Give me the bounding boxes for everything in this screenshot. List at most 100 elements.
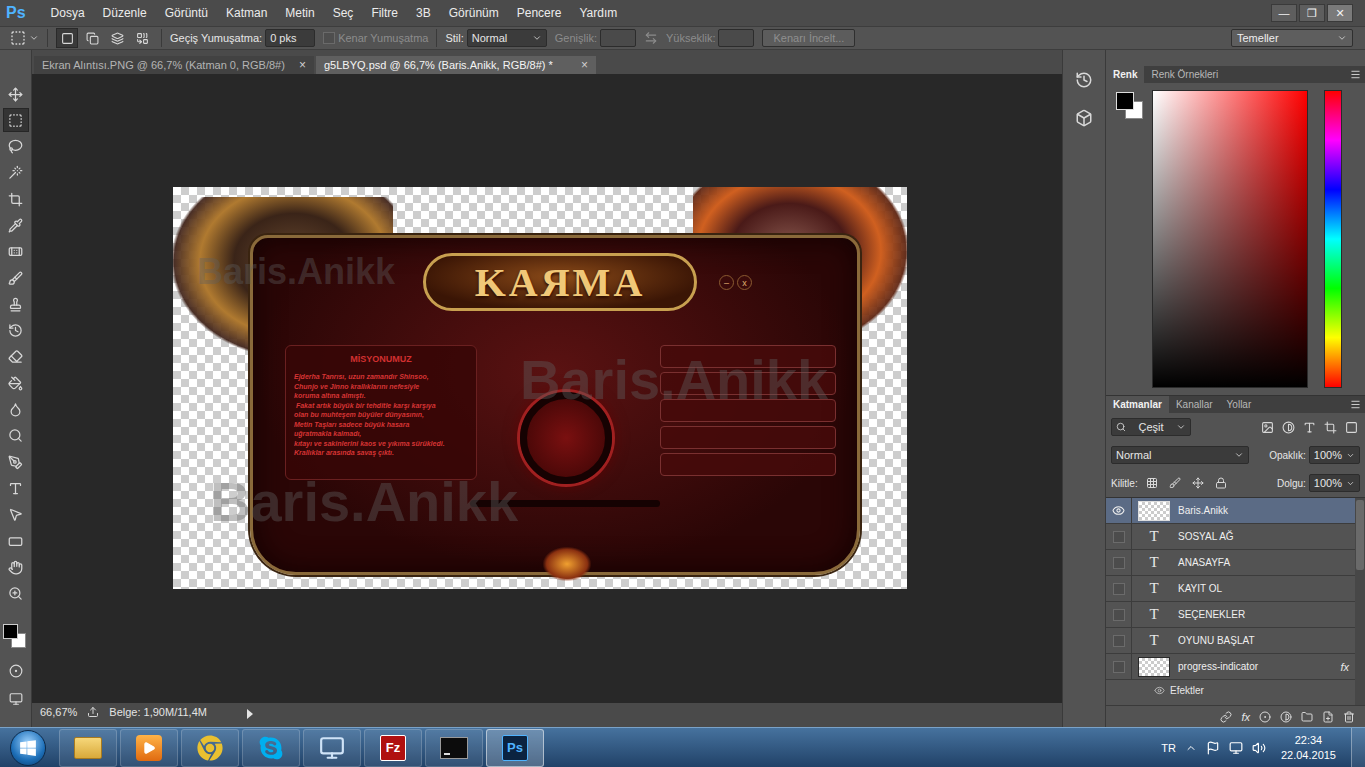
visibility-toggle[interactable] — [1106, 524, 1132, 549]
tab-close-button[interactable]: × — [581, 58, 588, 72]
opacity-input[interactable]: 100% — [1309, 446, 1360, 464]
tool-button[interactable] — [3, 292, 29, 316]
marquee-icon[interactable] — [10, 30, 26, 46]
tool-button[interactable] — [3, 266, 29, 290]
dropdown-icon[interactable] — [29, 33, 39, 43]
visibility-toggle[interactable] — [1106, 602, 1132, 627]
launcher-window-button[interactable]: x — [737, 275, 752, 290]
swap-icon[interactable] — [644, 31, 658, 45]
action-center-icon[interactable] — [1206, 741, 1220, 755]
lock-transparency-icon[interactable] — [1146, 477, 1158, 489]
selection-mode-button[interactable] — [81, 28, 103, 48]
eye-icon[interactable] — [1154, 685, 1165, 696]
show-desktop-button[interactable] — [1351, 728, 1365, 767]
refine-edge-button[interactable]: Kenarı İncelt... — [762, 29, 855, 47]
color-swatches[interactable] — [3, 624, 29, 652]
workspace-select[interactable]: Temeller — [1231, 29, 1353, 47]
menu-item[interactable]: Katman — [217, 4, 276, 22]
scrollbar[interactable] — [1355, 498, 1365, 705]
tool-button[interactable] — [3, 240, 29, 264]
window-button[interactable]: — — [1271, 4, 1297, 22]
visibility-toggle[interactable] — [1106, 576, 1132, 601]
feather-input[interactable]: 0 pks — [265, 29, 315, 47]
menu-item[interactable]: Düzenle — [94, 4, 156, 22]
export-icon[interactable] — [87, 706, 99, 718]
panel-tab[interactable]: Kanallar — [1169, 396, 1220, 413]
tool-button[interactable] — [3, 82, 29, 106]
taskbar-app[interactable] — [120, 729, 178, 767]
menu-item[interactable]: Görünüm — [440, 4, 508, 22]
dock-button[interactable] — [1070, 66, 1098, 94]
menu-item[interactable]: Dosya — [42, 4, 94, 22]
tool-button[interactable] — [3, 503, 29, 527]
status-menu-arrow[interactable] — [247, 709, 253, 719]
taskbar-app[interactable] — [242, 729, 300, 767]
taskbar-app[interactable]: Fz — [364, 729, 422, 767]
layer-row[interactable]: progress-indicatorfx — [1106, 654, 1355, 680]
visibility-toggle[interactable] — [1106, 498, 1132, 523]
lock-pixels-icon[interactable] — [1169, 477, 1181, 489]
layer-row[interactable]: TOYUNU BAŞLAT — [1106, 628, 1355, 654]
visibility-toggle[interactable] — [1106, 550, 1132, 575]
shape-filter-icon[interactable] — [1324, 421, 1337, 434]
window-button[interactable]: ❐ — [1299, 4, 1325, 22]
tool-button[interactable] — [3, 450, 29, 474]
panel-menu-icon[interactable] — [1350, 69, 1361, 80]
tool-button[interactable] — [3, 398, 29, 422]
layer-name[interactable]: Baris.Anikk — [1170, 505, 1228, 516]
menu-item[interactable]: Metin — [276, 4, 323, 22]
start-button[interactable] — [0, 728, 56, 767]
selection-mode-button[interactable] — [131, 28, 153, 48]
menu-item[interactable]: Pencere — [508, 4, 571, 22]
adjustment-filter-icon[interactable] — [1282, 421, 1295, 434]
lock-all-icon[interactable] — [1215, 477, 1227, 489]
tool-button[interactable] — [3, 582, 29, 606]
menu-item[interactable]: Yardım — [570, 4, 626, 22]
panel-tab[interactable]: Katmanlar — [1106, 396, 1169, 413]
lock-position-icon[interactable] — [1192, 477, 1204, 489]
screen-mode-button[interactable] — [6, 690, 26, 708]
menu-item[interactable]: Seç — [324, 4, 363, 22]
tool-button[interactable] — [3, 213, 29, 237]
hue-slider[interactable] — [1324, 90, 1342, 388]
tool-button[interactable] — [3, 555, 29, 579]
foreground-swatch[interactable] — [3, 624, 18, 639]
scroll-thumb[interactable] — [1356, 500, 1364, 570]
tray-expand-icon[interactable] — [1185, 742, 1197, 754]
document-tab[interactable]: Ekran Alıntısı.PNG @ 66,7% (Katman 0, RG… — [34, 56, 314, 74]
taskbar-app[interactable] — [303, 729, 361, 767]
layer-row[interactable]: TSOSYAL AĞ — [1106, 524, 1355, 550]
style-select[interactable]: Normal — [467, 29, 547, 47]
mask-icon[interactable] — [1259, 711, 1271, 723]
layer-row[interactable]: Baris.Anikk — [1106, 498, 1355, 524]
clock[interactable]: 22:3422.04.2015 — [1275, 733, 1342, 763]
tool-button[interactable] — [3, 424, 29, 448]
volume-icon[interactable] — [1252, 741, 1266, 755]
layer-row[interactable]: TANASAYFA — [1106, 550, 1355, 576]
visibility-toggle[interactable] — [1106, 628, 1132, 653]
panel-tab[interactable]: Yollar — [1220, 396, 1259, 413]
layer-name[interactable]: ANASAYFA — [1170, 557, 1230, 568]
taskbar-app[interactable] — [181, 729, 239, 767]
dock-button[interactable] — [1070, 104, 1098, 132]
layer-row[interactable]: TKAYIT OL — [1106, 576, 1355, 602]
height-input[interactable] — [718, 29, 754, 47]
fill-input[interactable]: 100% — [1309, 474, 1360, 492]
document-tab[interactable]: g5LBYQ.psd @ 66,7% (Baris.Anikk, RGB/8#)… — [316, 56, 596, 74]
layer-filter-select[interactable]: Çeşit — [1111, 418, 1191, 436]
color-field[interactable] — [1152, 90, 1308, 388]
panel-tab[interactable]: Renk Örnekleri — [1144, 66, 1225, 83]
menu-item[interactable]: Görüntü — [156, 4, 217, 22]
layer-name[interactable]: SEÇENEKLER — [1170, 609, 1245, 620]
foreground-swatch[interactable] — [1116, 92, 1134, 110]
visibility-toggle[interactable] — [1106, 654, 1132, 679]
quick-mask-button[interactable] — [6, 662, 26, 680]
taskbar-app[interactable] — [425, 729, 483, 767]
new-layer-icon[interactable] — [1322, 711, 1334, 723]
tool-button[interactable] — [3, 161, 29, 185]
selection-mode-button[interactable] — [56, 28, 78, 48]
launcher-window-button[interactable]: – — [719, 275, 734, 290]
window-button[interactable]: ✕ — [1327, 4, 1353, 22]
blend-mode-select[interactable]: Normal — [1111, 446, 1249, 464]
antialias-checkbox[interactable] — [323, 32, 335, 44]
